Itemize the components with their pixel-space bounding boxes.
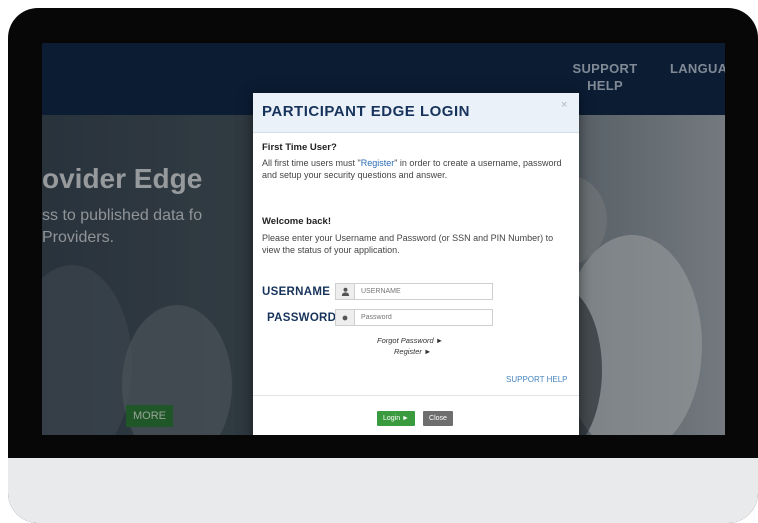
forgot-password-link[interactable]: Forgot Password ► [377, 336, 443, 345]
close-button[interactable]: Close [423, 411, 453, 426]
welcome-heading: Welcome back! [262, 216, 331, 227]
bottom-band [8, 458, 758, 523]
asterisk-icon [335, 309, 355, 326]
user-icon [335, 283, 355, 300]
close-icon[interactable]: × [561, 99, 567, 111]
login-button[interactable]: Login ► [377, 411, 415, 426]
modal-title: PARTICIPANT EDGE LOGIN [262, 103, 470, 120]
login-modal: PARTICIPANT EDGE LOGIN × First Time User… [253, 93, 579, 435]
first-time-heading: First Time User? [262, 142, 337, 153]
register-link[interactable]: Register ► [394, 347, 431, 356]
register-inline-link[interactable]: Register [361, 158, 395, 168]
modal-header: PARTICIPANT EDGE LOGIN × [253, 93, 579, 133]
username-label: USERNAME [262, 286, 331, 298]
password-input-group [335, 309, 493, 326]
username-input-group [335, 283, 493, 300]
browser-viewport: SUPPORT HELP LANGUA ovider Edge ss to pu… [42, 43, 725, 435]
support-help-link[interactable]: SUPPORT HELP [506, 375, 568, 384]
device-frame: SUPPORT HELP LANGUA ovider Edge ss to pu… [8, 8, 758, 523]
password-input[interactable] [355, 309, 493, 326]
modal-footer-divider [253, 395, 579, 396]
first-time-prefix: All first time users must " [262, 158, 361, 168]
password-label: PASSWORD [267, 312, 337, 324]
first-time-text: All first time users must "Register" in … [262, 157, 572, 181]
welcome-text: Please enter your Username and Password … [262, 233, 554, 255]
username-input[interactable] [355, 283, 493, 300]
